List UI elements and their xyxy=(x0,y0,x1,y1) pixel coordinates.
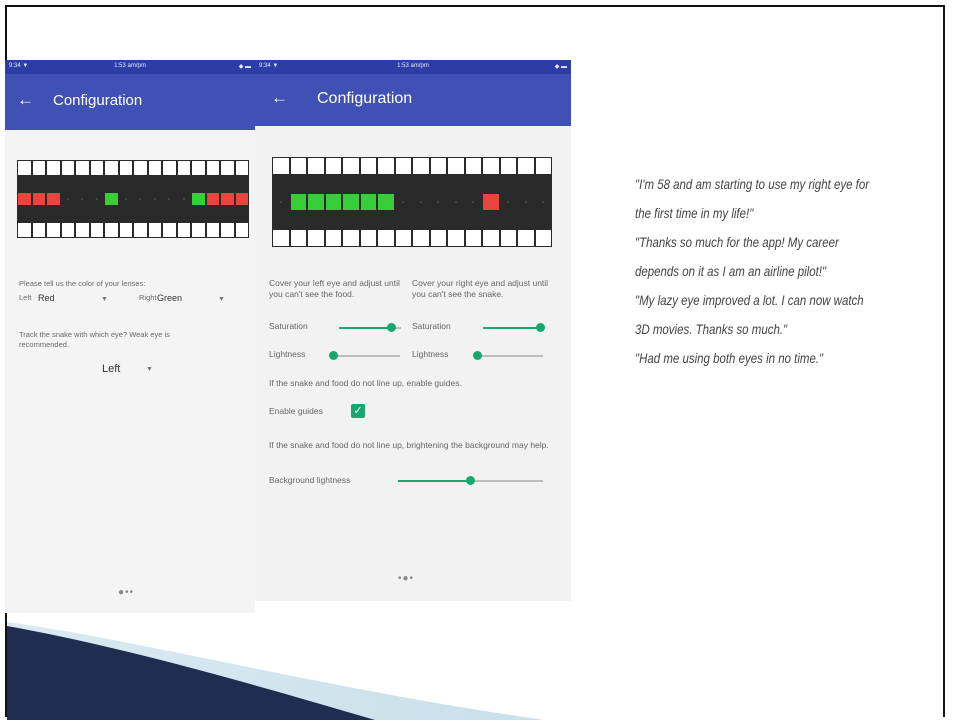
decorative-swoosh xyxy=(7,622,545,720)
swoosh-dark xyxy=(7,626,375,720)
